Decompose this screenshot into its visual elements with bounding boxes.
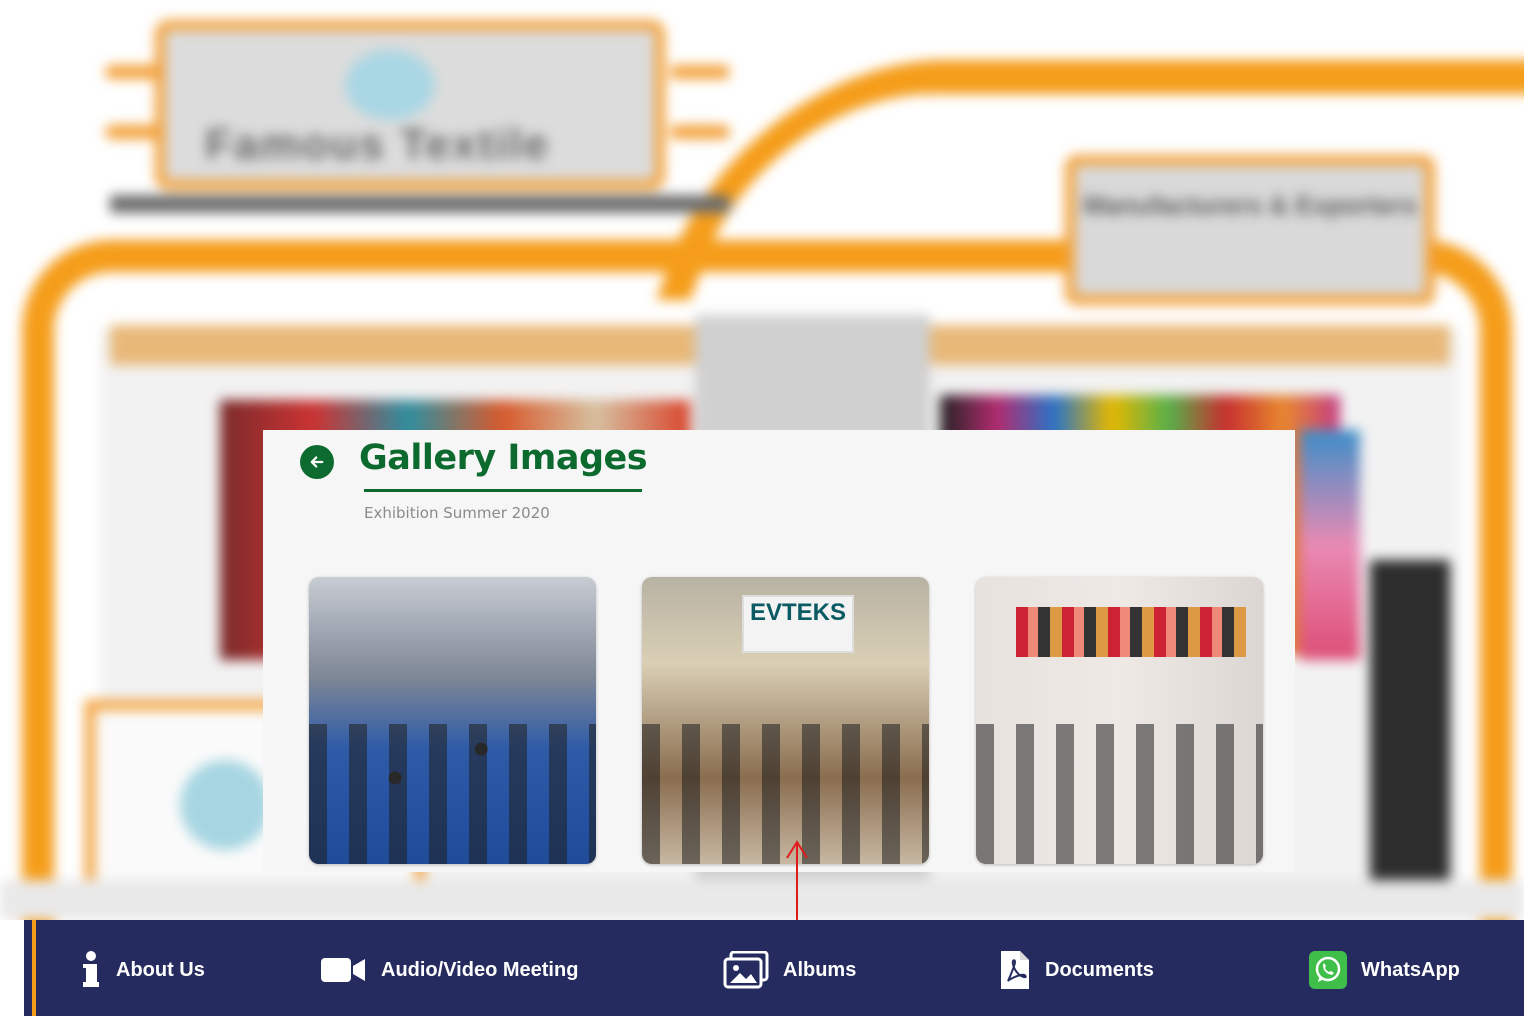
nav-about-label: About Us — [116, 958, 205, 981]
nav-accent-bar — [32, 920, 36, 1016]
photo-sign-text: EVTEKS — [749, 599, 847, 626]
whatsapp-icon — [1309, 951, 1347, 989]
brochure-rack — [1370, 560, 1450, 890]
company-sign: Famous Textile — [155, 20, 665, 190]
arrow-left-icon — [310, 456, 324, 468]
bottom-navigation: About Us Audio/Video Meeting Albums Docu… — [24, 920, 1524, 1016]
nav-meeting-label: Audio/Video Meeting — [381, 958, 579, 981]
nav-documents-label: Documents — [1045, 958, 1154, 981]
gallery-panel: Gallery Images Exhibition Summer 2020 EV… — [263, 430, 1295, 872]
pdf-document-icon — [999, 950, 1031, 990]
nav-whatsapp-label: WhatsApp — [1361, 958, 1460, 981]
video-camera-icon — [321, 956, 367, 984]
nav-whatsapp[interactable]: WhatsApp — [1309, 950, 1460, 990]
nav-audio-video-meeting[interactable]: Audio/Video Meeting — [321, 950, 578, 990]
counter-logo — [180, 760, 270, 850]
fabric-column — [1300, 430, 1360, 660]
booth-floor — [0, 880, 1524, 920]
gallery-subtitle: Exhibition Summer 2020 — [364, 504, 550, 522]
gallery-thumbnail[interactable] — [976, 577, 1263, 864]
nav-albums[interactable]: Albums — [723, 950, 856, 990]
photo-crowd — [976, 724, 1263, 864]
company-name: Famous Textile — [205, 120, 551, 169]
title-underline — [364, 489, 642, 492]
nav-documents[interactable]: Documents — [999, 950, 1154, 990]
tagline-sign: Manufacturers & Exporters — [1065, 155, 1435, 305]
info-icon — [80, 951, 102, 989]
gallery-title: Gallery Images — [359, 438, 648, 478]
gallery-thumbnail[interactable] — [309, 577, 596, 864]
nav-albums-label: Albums — [783, 958, 857, 981]
company-logo — [345, 50, 435, 120]
sign-arm — [670, 65, 730, 79]
photo-crowd — [309, 724, 596, 864]
sign-truss — [110, 195, 730, 213]
sign-arm — [670, 125, 730, 139]
photo-sign: EVTEKS — [742, 595, 854, 653]
nav-about-us[interactable]: About Us — [80, 950, 205, 990]
gallery-thumbnail[interactable]: EVTEKS — [642, 577, 929, 864]
images-icon — [723, 951, 769, 989]
photo-garments — [1016, 607, 1246, 657]
back-button[interactable] — [300, 445, 334, 479]
